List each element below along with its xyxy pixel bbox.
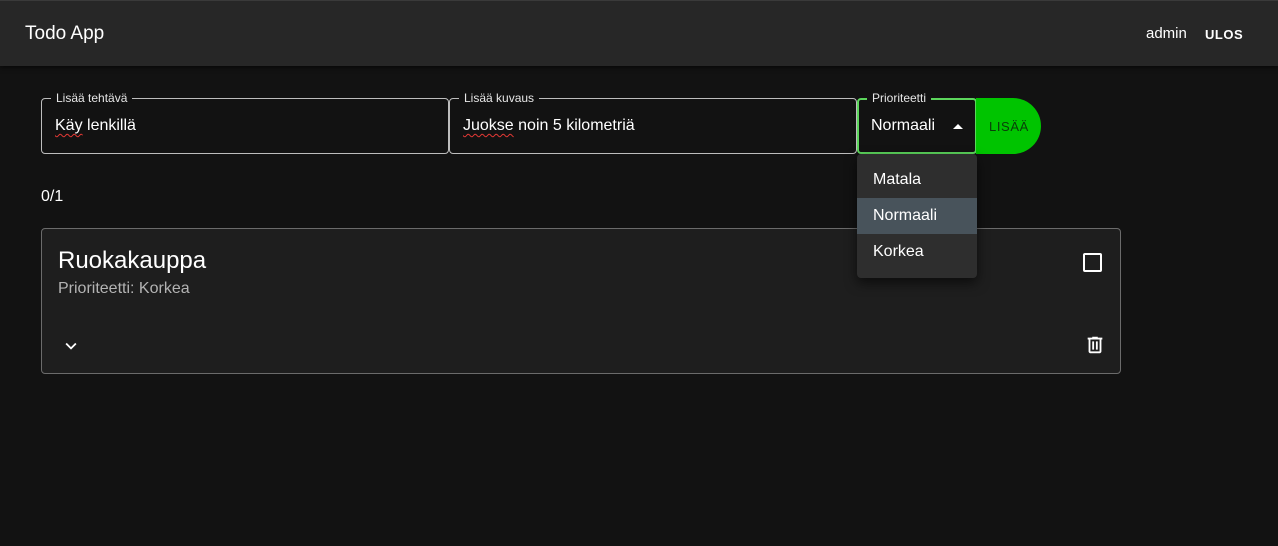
description-value-rest: noin 5 kilometriä [513, 117, 635, 134]
username: admin [1146, 25, 1187, 42]
task-value-rest: lenkillä [82, 117, 136, 134]
app-bar: Todo App admin ULOS [0, 0, 1278, 66]
chevron-down-icon[interactable] [60, 335, 82, 357]
priority-option-normaali[interactable]: Normaali [857, 198, 977, 234]
priority-dropdown-menu: Matala Normaali Korkea [857, 154, 977, 278]
todo-done-checkbox[interactable] [1083, 253, 1102, 272]
description-input-label: Lisää kuvaus [459, 91, 540, 105]
description-input-value[interactable]: Juokse noin 5 kilometriä [463, 117, 635, 135]
task-input-value[interactable]: Käy lenkillä [55, 117, 136, 135]
todo-title: Ruokakauppa [58, 247, 207, 274]
add-button[interactable]: LISÄÄ [976, 98, 1041, 154]
logout-button[interactable]: ULOS [1196, 19, 1252, 49]
todo-counter: 0/1 [41, 188, 64, 205]
priority-select-label: Prioriteetti [867, 91, 932, 105]
app-title: Todo App [25, 23, 105, 44]
task-misspelled-word: Käy [55, 117, 83, 134]
task-input[interactable]: Lisää tehtävä Käy lenkillä [41, 91, 449, 154]
trash-icon[interactable] [1084, 333, 1106, 357]
priority-select-value: Normaali [871, 117, 936, 134]
priority-select[interactable]: Prioriteetti Normaali [857, 91, 977, 154]
caret-up-icon [953, 124, 963, 129]
priority-option-matala[interactable]: Matala [857, 162, 977, 198]
priority-option-korkea[interactable]: Korkea [857, 234, 977, 270]
todo-priority: Prioriteetti: Korkea [58, 280, 190, 297]
description-input[interactable]: Lisää kuvaus Juokse noin 5 kilometriä [449, 91, 857, 154]
description-misspelled-word: Juokse [463, 117, 514, 134]
task-input-label: Lisää tehtävä [51, 91, 133, 105]
